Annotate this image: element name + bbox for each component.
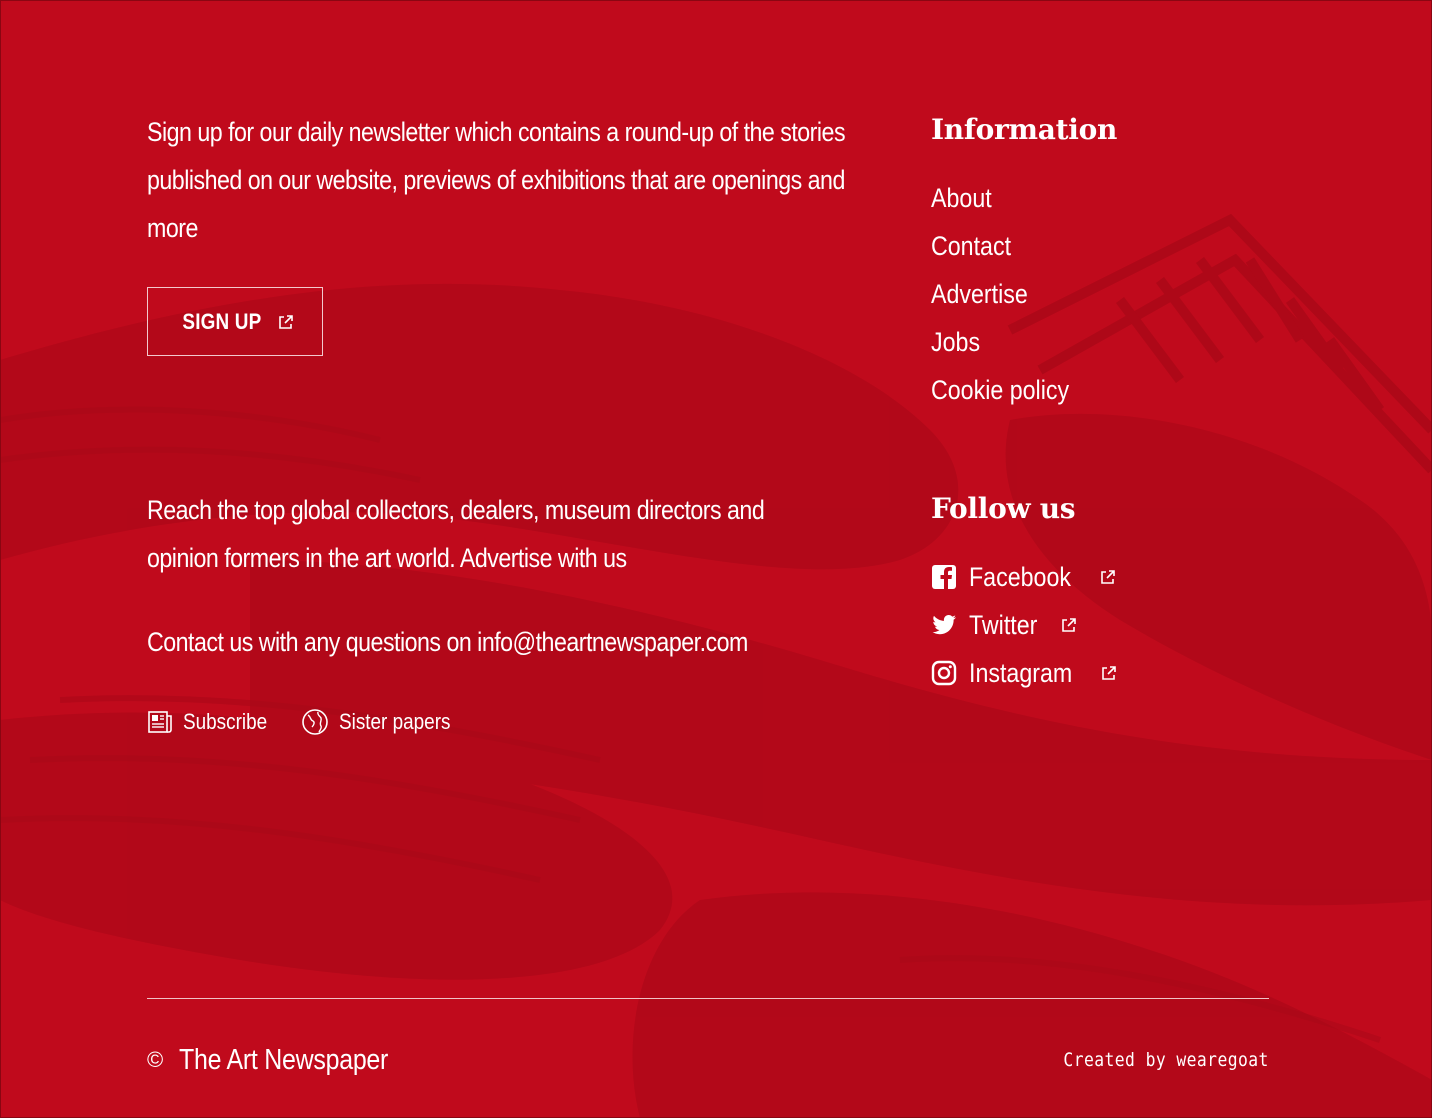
info-link-about[interactable]: About [931, 174, 1069, 222]
info-link-advertise[interactable]: Advertise [931, 270, 1069, 318]
external-link-icon [279, 314, 293, 329]
information-heading: Information [931, 113, 1118, 146]
social-link-instagram[interactable]: Instagram [931, 649, 1117, 697]
contact-description: Contact us with any questions on info@th… [147, 627, 748, 657]
instagram-label: Instagram [969, 657, 1073, 688]
information-list: About Contact Advertise Jobs Cookie poli… [931, 174, 1092, 414]
globe-icon [302, 709, 328, 735]
subscribe-label: Subscribe [183, 709, 268, 734]
brand: © The Art Newspaper [147, 1044, 422, 1077]
facebook-label: Facebook [969, 561, 1071, 592]
facebook-icon [932, 565, 956, 589]
sister-papers-link[interactable]: Sister papers [301, 708, 455, 736]
footer: Sign up for our daily newsletter which c… [147, 0, 1269, 1118]
twitter-label: Twitter [969, 609, 1038, 640]
utility-links: Subscribe Sister papers [147, 708, 454, 736]
info-link-cookie-policy[interactable]: Cookie policy [931, 366, 1069, 414]
subscribe-link[interactable]: Subscribe [147, 709, 267, 735]
advertise-description: Reach the top global collectors, dealers… [147, 495, 765, 573]
footer-bottom-bar: © The Art Newspaper Created by wearegoat [147, 1040, 1269, 1080]
info-link-jobs[interactable]: Jobs [931, 318, 1069, 366]
newspaper-icon [148, 711, 172, 733]
twitter-icon [932, 615, 956, 635]
instagram-icon [931, 660, 957, 686]
social-list: Facebook Twitter Instagram [931, 553, 1117, 697]
social-link-facebook[interactable]: Facebook [931, 553, 1117, 601]
copyright-symbol: © [147, 1047, 164, 1072]
sister-papers-label: Sister papers [338, 709, 451, 734]
follow-heading: Follow us [931, 492, 1076, 525]
signup-button[interactable]: SIGN UP [147, 287, 323, 356]
external-link-icon [1102, 666, 1116, 680]
info-link-contact[interactable]: Contact [931, 222, 1069, 270]
social-link-twitter[interactable]: Twitter [931, 601, 1117, 649]
external-link-icon [1061, 618, 1076, 632]
footer-divider [147, 998, 1269, 999]
brand-name: The Art Newspaper [179, 1043, 389, 1076]
creator-credit-link[interactable]: Created by wearegoat [1064, 1049, 1269, 1071]
newsletter-description: Sign up for our daily newsletter which c… [147, 117, 846, 243]
signup-button-label: SIGN UP [182, 308, 262, 334]
external-link-icon [1100, 570, 1115, 584]
